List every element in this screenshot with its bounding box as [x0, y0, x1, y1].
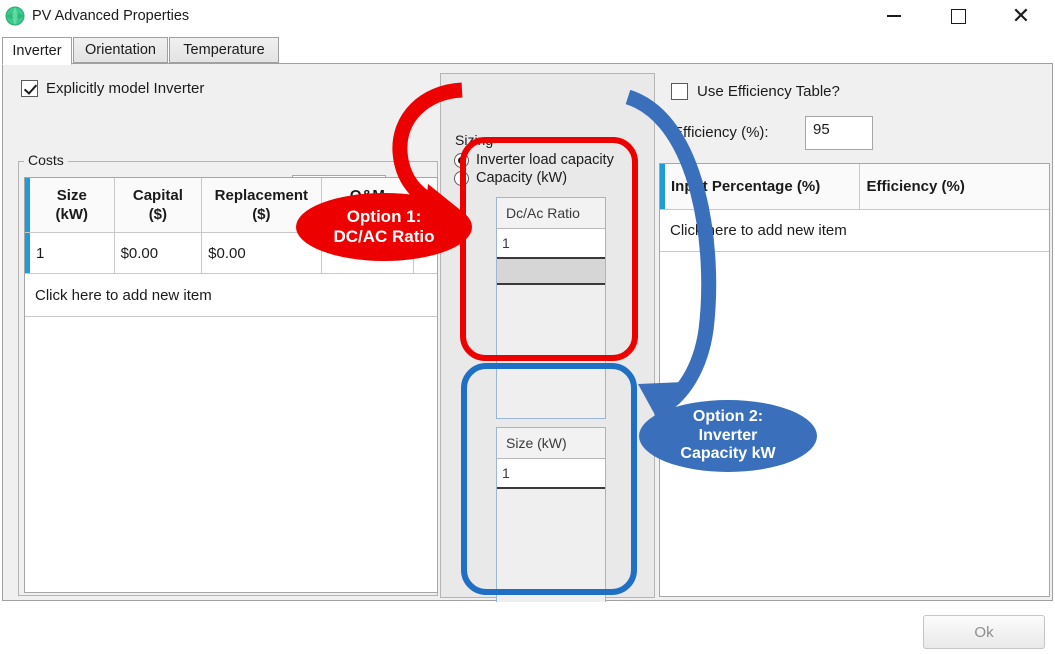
column-header-size[interactable]: Size (kW) [30, 178, 115, 232]
callout-option-2-line1: Option 2: [693, 408, 763, 427]
cell-capital[interactable]: $0.00 [115, 233, 203, 273]
cell-size[interactable]: 1 [30, 233, 115, 273]
tab-temperature[interactable]: Temperature [169, 37, 279, 63]
explicitly-model-inverter-label: Explicitly model Inverter [46, 80, 204, 97]
dcac-ratio-add-new-row[interactable] [497, 259, 605, 285]
column-header-efficiency[interactable]: Efficiency (%) [860, 164, 1049, 209]
dcac-ratio-column-header[interactable]: Dc/Ac Ratio [497, 198, 605, 229]
efficiency-label: Efficiency (%): [673, 124, 769, 141]
explicitly-model-inverter-checkbox[interactable] [21, 80, 38, 97]
costs-group-legend: Costs [24, 152, 68, 168]
column-header-replacement-line1: Replacement [215, 186, 308, 205]
title-bar: PV Advanced Properties ✕ [0, 0, 1055, 32]
radio-inverter-load-capacity-button[interactable] [454, 153, 469, 168]
dcac-ratio-grid[interactable]: Dc/Ac Ratio 1 [496, 197, 606, 419]
column-header-size-line1: Size [57, 186, 87, 205]
ok-button[interactable]: Ok [923, 615, 1045, 649]
radio-inverter-load-capacity[interactable]: Inverter load capacity [454, 152, 614, 168]
window-title: PV Advanced Properties [32, 6, 189, 26]
column-header-capital[interactable]: Capital ($) [115, 178, 203, 232]
callout-option-2: Option 2: Inverter Capacity kW [639, 400, 817, 472]
size-kw-row[interactable]: 1 [497, 459, 605, 489]
tab-temperature-label: Temperature [183, 42, 264, 58]
column-header-input-percentage[interactable]: Input Percentage (%) [665, 164, 860, 209]
dcac-ratio-row[interactable]: 1 [497, 229, 605, 259]
pv-advanced-properties-window: PV Advanced Properties ✕ Inverter Orient… [0, 0, 1055, 654]
radio-inverter-load-capacity-label: Inverter load capacity [476, 152, 614, 168]
efficiency-table-add-new-row[interactable]: Click here to add new item [660, 210, 1049, 252]
costs-table-add-new-row[interactable]: Click here to add new item [25, 274, 437, 317]
callout-option-1: Option 1: DC/AC Ratio [296, 193, 472, 261]
maximize-icon [951, 9, 966, 24]
column-header-capital-line2: ($) [149, 205, 167, 224]
inverter-tab-page: Explicitly model Inverter Lifetime (year… [2, 63, 1053, 601]
use-efficiency-table-row[interactable]: Use Efficiency Table? [671, 83, 840, 100]
sizing-group-legend: Sizing [451, 132, 497, 148]
efficiency-panel: Use Efficiency Table? Efficiency (%): 95… [657, 66, 1052, 598]
efficiency-input[interactable]: 95 [805, 116, 873, 150]
callout-option-2-line3: Capacity kW [680, 445, 775, 464]
efficiency-table-header: Input Percentage (%) Efficiency (%) [660, 164, 1049, 210]
column-header-capital-line1: Capital [133, 186, 183, 205]
tab-inverter[interactable]: Inverter [2, 37, 72, 65]
use-efficiency-table-checkbox[interactable] [671, 83, 688, 100]
minimize-button[interactable] [871, 0, 917, 32]
inverter-left-panel: Explicitly model Inverter Lifetime (year… [12, 66, 440, 598]
column-header-size-line2: (kW) [56, 205, 89, 224]
use-efficiency-table-label: Use Efficiency Table? [697, 83, 840, 100]
minimize-icon [887, 15, 901, 17]
callout-option-1-line2: DC/AC Ratio [333, 227, 434, 247]
close-icon: ✕ [1012, 5, 1030, 27]
column-header-replacement-line2: ($) [252, 205, 270, 224]
dialog-footer: Ok [0, 602, 1055, 654]
pv-globe-icon [5, 6, 25, 26]
efficiency-table[interactable]: Input Percentage (%) Efficiency (%) Clic… [659, 163, 1050, 597]
size-kw-column-header[interactable]: Size (kW) [497, 428, 605, 459]
radio-capacity-kw[interactable]: Capacity (kW) [454, 170, 567, 186]
radio-capacity-kw-label: Capacity (kW) [476, 170, 567, 186]
tab-orientation[interactable]: Orientation [73, 37, 168, 63]
tab-strip: Inverter Orientation Temperature [0, 37, 1055, 64]
maximize-button[interactable] [935, 0, 981, 32]
callout-option-1-line1: Option 1: [347, 207, 422, 227]
close-button[interactable]: ✕ [998, 0, 1044, 32]
radio-capacity-kw-button[interactable] [454, 171, 469, 186]
explicitly-model-inverter-row[interactable]: Explicitly model Inverter [21, 80, 204, 97]
callout-option-2-line2: Inverter [699, 427, 758, 446]
tab-orientation-label: Orientation [85, 42, 156, 58]
tab-inverter-label: Inverter [12, 43, 61, 59]
